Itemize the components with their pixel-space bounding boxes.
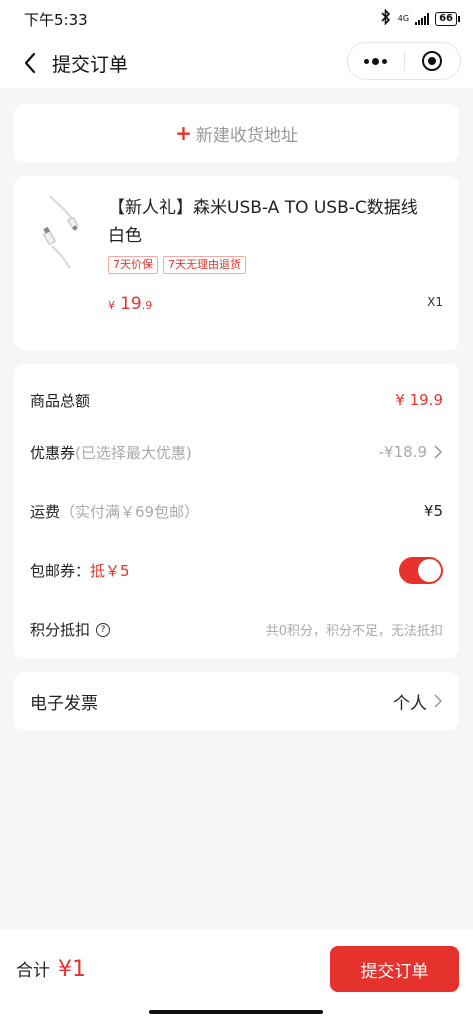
order-summary-card: 商品总额 ¥ 19.9 优惠券(已选择最大优惠) -¥18.9 运费（实付满￥6… bbox=[14, 364, 459, 658]
status-time: 下午5:33 bbox=[24, 10, 88, 29]
more-button[interactable] bbox=[348, 43, 404, 79]
coupon-label: 优惠券 bbox=[30, 443, 76, 462]
battery-icon: 66 bbox=[435, 12, 460, 26]
free-shipping-toggle[interactable] bbox=[399, 556, 443, 584]
invoice-value-group: 个人 bbox=[393, 689, 443, 714]
price-integer: 19 bbox=[120, 294, 142, 314]
total-group: 合计 ¥1 bbox=[16, 956, 86, 982]
return-policy-tag: 7天无理由退货 bbox=[163, 256, 246, 274]
status-bar: 下午5:33 4G 66 bbox=[0, 0, 473, 38]
coupon-row[interactable]: 优惠券(已选择最大优惠) -¥18.9 bbox=[30, 437, 443, 467]
new-address-button[interactable]: + 新建收货地址 bbox=[14, 104, 459, 162]
product-image[interactable] bbox=[34, 190, 104, 272]
plus-icon: + bbox=[175, 121, 192, 145]
shipping-label: 运费 bbox=[30, 502, 61, 521]
coupon-note: (已选择最大优惠) bbox=[75, 443, 192, 462]
back-button[interactable] bbox=[10, 43, 50, 83]
price-protect-tag: 7天价保 bbox=[108, 256, 158, 274]
chevron-right-icon bbox=[434, 694, 443, 708]
mini-program-capsule bbox=[347, 42, 461, 80]
free-ship-value: 抵￥5 bbox=[90, 561, 130, 580]
status-icons: 4G 66 bbox=[380, 8, 460, 29]
coupon-value: -¥18.9 bbox=[378, 443, 427, 461]
close-miniprogram-button[interactable] bbox=[405, 43, 461, 79]
more-dots-icon bbox=[364, 57, 388, 65]
goods-total-value: ¥ 19.9 bbox=[395, 391, 443, 409]
product-card: 【新人礼】森米USB-A TO USB-C数据线 白色 7天价保 7天无理由退货… bbox=[14, 176, 459, 350]
product-price: ¥ 19.9 bbox=[108, 294, 152, 314]
page-title: 提交订单 bbox=[52, 53, 129, 76]
free-ship-label: 包邮券： bbox=[30, 561, 91, 580]
shipping-row: 运费（实付满￥69包邮） ¥5 bbox=[30, 496, 443, 526]
submit-order-button[interactable]: 提交订单 bbox=[330, 946, 459, 992]
invoice-row: 电子发票 个人 bbox=[30, 686, 443, 716]
network-label: 4G bbox=[397, 14, 410, 23]
goods-total-label: 商品总额 bbox=[30, 391, 91, 410]
invoice-card[interactable]: 电子发票 个人 bbox=[14, 672, 459, 730]
shipping-label-group: 运费（实付满￥69包邮） bbox=[30, 501, 199, 522]
bluetooth-icon bbox=[380, 8, 392, 29]
signal-icon bbox=[415, 13, 430, 25]
points-note: 共0积分，积分不足，无法抵扣 bbox=[265, 623, 443, 639]
back-arrow-icon bbox=[24, 52, 36, 74]
new-address-label: 新建收货地址 bbox=[195, 125, 298, 146]
points-label: 积分抵扣 bbox=[30, 620, 91, 639]
chevron-right-icon bbox=[434, 445, 443, 459]
coupon-label-group: 优惠券(已选择最大优惠) bbox=[30, 442, 192, 463]
points-label-group: 积分抵扣? bbox=[30, 619, 111, 640]
shipping-value: ¥5 bbox=[423, 502, 443, 520]
price-decimal: .9 bbox=[141, 299, 153, 312]
price-symbol: ¥ bbox=[108, 299, 115, 312]
free-shipping-coupon-row: 包邮券：抵￥5 bbox=[30, 555, 443, 585]
free-ship-label-group: 包邮券：抵￥5 bbox=[30, 560, 130, 581]
shipping-note: （实付满￥69包邮） bbox=[60, 502, 200, 521]
help-circle-icon[interactable]: ? bbox=[96, 623, 111, 637]
product-quantity: X1 bbox=[427, 295, 443, 309]
points-row: 积分抵扣? 共0积分，积分不足，无法抵扣 bbox=[30, 614, 443, 644]
bottom-bar: 合计 ¥1 提交订单 bbox=[0, 930, 473, 1008]
invoice-label: 电子发票 bbox=[30, 693, 98, 714]
nav-bar: 提交订单 bbox=[0, 38, 473, 88]
total-label: 合计 bbox=[16, 961, 50, 981]
home-indicator[interactable] bbox=[149, 1010, 323, 1014]
product-title[interactable]: 【新人礼】森米USB-A TO USB-C数据线 白色 bbox=[108, 194, 438, 250]
coupon-value-group: -¥18.9 bbox=[379, 443, 443, 461]
toggle-knob bbox=[418, 558, 441, 582]
invoice-value: 个人 bbox=[393, 693, 427, 714]
product-tags: 7天价保 7天无理由退货 bbox=[108, 256, 246, 274]
target-icon bbox=[422, 51, 443, 71]
goods-total-row: 商品总额 ¥ 19.9 bbox=[30, 385, 443, 415]
total-value: ¥1 bbox=[58, 957, 86, 982]
